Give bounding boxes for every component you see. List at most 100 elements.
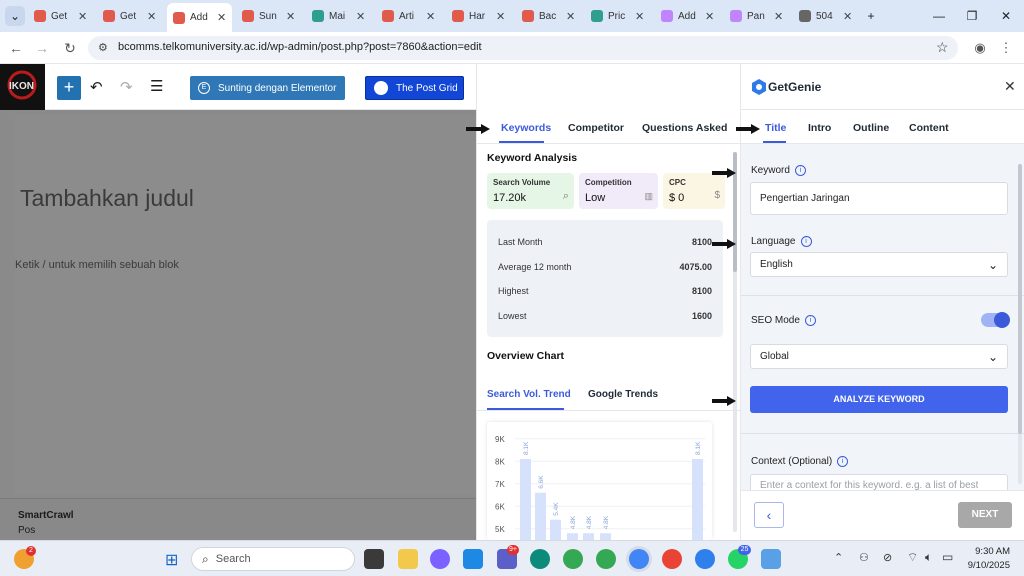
edit-with-elementor-button[interactable]: E Sunting dengan Elementor bbox=[190, 76, 345, 100]
browser-tab[interactable]: Add ✕ bbox=[655, 4, 720, 28]
task-view-icon[interactable] bbox=[364, 549, 384, 569]
tab-close-icon[interactable]: ✕ bbox=[774, 10, 783, 23]
tray-icon[interactable]: ⚇ bbox=[859, 551, 869, 564]
tab-content[interactable]: Content bbox=[909, 122, 949, 134]
tab-search-vol-trend[interactable]: Search Vol. Trend bbox=[487, 389, 571, 400]
seo-mode-select[interactable]: Global ⌄ bbox=[750, 344, 1008, 369]
battery-icon[interactable]: ▭ bbox=[942, 550, 953, 564]
language-select[interactable]: English ⌄ bbox=[750, 252, 1008, 277]
close-icon[interactable]: ✕ bbox=[1004, 78, 1016, 95]
show-hidden-icons-chevron[interactable]: ⌃ bbox=[834, 551, 843, 564]
browser-tab[interactable]: Har ✕ bbox=[446, 4, 511, 28]
chart-bar bbox=[535, 492, 546, 540]
browser-tab[interactable]: Pric ✕ bbox=[585, 4, 650, 28]
next-button[interactable]: NEXT bbox=[958, 502, 1012, 528]
tab-close-icon[interactable]: ✕ bbox=[705, 10, 714, 23]
redo-icon[interactable]: ↷ bbox=[120, 78, 133, 96]
tab-title: Add bbox=[678, 10, 696, 22]
chrome-active-icon[interactable] bbox=[629, 549, 649, 569]
volume-icon[interactable]: 🔈︎ bbox=[925, 550, 932, 565]
undo-icon[interactable]: ↶ bbox=[90, 78, 103, 96]
restore-icon[interactable]: ❐ bbox=[962, 6, 982, 26]
browser-tab[interactable]: Bac ✕ bbox=[516, 4, 581, 28]
editor-toolbar: IKON + ↶ ↷ ☰ E Sunting dengan Elementor … bbox=[0, 64, 476, 110]
profile-icon[interactable]: ◉ bbox=[970, 38, 990, 58]
tab-close-icon[interactable]: ✕ bbox=[843, 10, 852, 23]
teams-badge: 9+ bbox=[507, 545, 519, 555]
analyze-keyword-button[interactable]: ANALYZE KEYWORD bbox=[750, 386, 1008, 413]
language-label: Language i bbox=[751, 236, 812, 247]
site-settings-icon[interactable]: ⚙ bbox=[98, 41, 108, 54]
copilot-icon[interactable] bbox=[430, 549, 450, 569]
scrollbar[interactable] bbox=[733, 152, 737, 532]
tab-google-trends[interactable]: Google Trends bbox=[588, 389, 658, 400]
tab-close-icon[interactable]: ✕ bbox=[147, 10, 156, 23]
tab-title: Arti bbox=[399, 10, 414, 22]
new-tab-button[interactable]: + bbox=[861, 6, 881, 26]
app-icon[interactable] bbox=[695, 549, 715, 569]
forward-icon[interactable]: → bbox=[32, 38, 52, 58]
smartcrawl-metabox: SmartCrawl Pos bbox=[0, 498, 476, 540]
start-icon[interactable]: ⊞ bbox=[165, 550, 178, 570]
keyword-input[interactable]: Pengertian Jaringan bbox=[750, 182, 1008, 215]
browser-tab[interactable]: Arti ✕ bbox=[376, 4, 441, 28]
tab-favicon-icon bbox=[522, 10, 534, 22]
browser-tab[interactable]: Get ✕ bbox=[97, 4, 162, 28]
close-window-icon[interactable]: ✕ bbox=[996, 6, 1016, 26]
browser-tab[interactable]: Get ✕ bbox=[28, 4, 93, 28]
outlook-icon[interactable] bbox=[463, 549, 483, 569]
tab-title[interactable]: Title bbox=[765, 122, 786, 134]
brand-name: GetGenie bbox=[768, 80, 822, 94]
tab-close-icon[interactable]: ✕ bbox=[217, 11, 226, 24]
browser-tab[interactable]: Pan ✕ bbox=[724, 4, 789, 28]
address-bar[interactable]: ⚙ bcomms.telkomuniversity.ac.id/wp-admin… bbox=[88, 36, 958, 60]
edge-icon[interactable] bbox=[530, 549, 550, 569]
genie-tab-indicator bbox=[763, 141, 786, 143]
tab-outline[interactable]: Outline bbox=[853, 122, 889, 134]
chrome-icon[interactable] bbox=[563, 549, 583, 569]
search-icon: ⌕ bbox=[202, 551, 209, 566]
tab-close-icon[interactable]: ✕ bbox=[566, 10, 575, 23]
browser-tab[interactable]: Sun ✕ bbox=[236, 4, 301, 28]
photos-icon[interactable] bbox=[761, 549, 781, 569]
stat-row: Average 12 month 4075.00 bbox=[498, 262, 712, 272]
tab-intro[interactable]: Intro bbox=[808, 122, 831, 134]
scrollbar[interactable] bbox=[1018, 164, 1022, 484]
browser-tab[interactable]: Add ✕ bbox=[167, 3, 233, 32]
tab-close-icon[interactable]: ✕ bbox=[635, 10, 644, 23]
document-overview-icon[interactable]: ☰ bbox=[150, 77, 163, 95]
genie-tabs: Title Intro Outline Content bbox=[741, 110, 1024, 144]
tab-questions-asked[interactable]: Questions Asked bbox=[642, 122, 727, 134]
tab-close-icon[interactable]: ✕ bbox=[78, 10, 87, 23]
tray-app-icon[interactable]: ⊘ bbox=[883, 551, 892, 564]
taskbar-search[interactable]: ⌕ Search bbox=[191, 547, 355, 571]
reload-icon[interactable]: ↻ bbox=[60, 38, 80, 58]
tab-favicon-icon bbox=[312, 10, 324, 22]
tab-competitor[interactable]: Competitor bbox=[568, 122, 624, 134]
back-icon[interactable]: ← bbox=[6, 38, 26, 58]
add-block-button[interactable]: + bbox=[57, 76, 81, 100]
post-grid-button[interactable]: The Post Grid bbox=[365, 76, 464, 100]
browser-tab[interactable]: 504 ✕ bbox=[793, 4, 858, 28]
tab-close-icon[interactable]: ✕ bbox=[356, 10, 365, 23]
minimize-icon[interactable]: — bbox=[929, 6, 949, 26]
tab-close-icon[interactable]: ✕ bbox=[496, 10, 505, 23]
site-logo[interactable]: IKON bbox=[0, 64, 45, 110]
wifi-icon[interactable]: ⌔ bbox=[907, 550, 918, 565]
bookmark-star-icon[interactable]: ☆ bbox=[936, 39, 949, 56]
back-button[interactable]: ‹ bbox=[754, 502, 784, 528]
tab-search-chevron-icon[interactable]: ⌄ bbox=[5, 6, 25, 26]
y-tick-label: 6K bbox=[495, 502, 505, 511]
seo-mode-toggle[interactable] bbox=[981, 312, 1010, 328]
chrome-alt-icon[interactable] bbox=[662, 549, 682, 569]
browser-tab[interactable]: Mai ✕ bbox=[306, 4, 371, 28]
chrome-profile-icon[interactable] bbox=[596, 549, 616, 569]
tab-keywords[interactable]: Keywords bbox=[501, 122, 551, 134]
menu-kebab-icon[interactable]: ⋮ bbox=[996, 38, 1016, 58]
file-explorer-icon[interactable] bbox=[398, 549, 418, 569]
tab-close-icon[interactable]: ✕ bbox=[286, 10, 295, 23]
block-placeholder[interactable]: Ketik / untuk memilih sebuah blok bbox=[15, 259, 179, 271]
tab-close-icon[interactable]: ✕ bbox=[426, 10, 435, 23]
post-title-field[interactable]: Tambahkan judul bbox=[20, 185, 194, 212]
clock[interactable]: 9:30 AM 9/10/2025 bbox=[960, 546, 1010, 571]
